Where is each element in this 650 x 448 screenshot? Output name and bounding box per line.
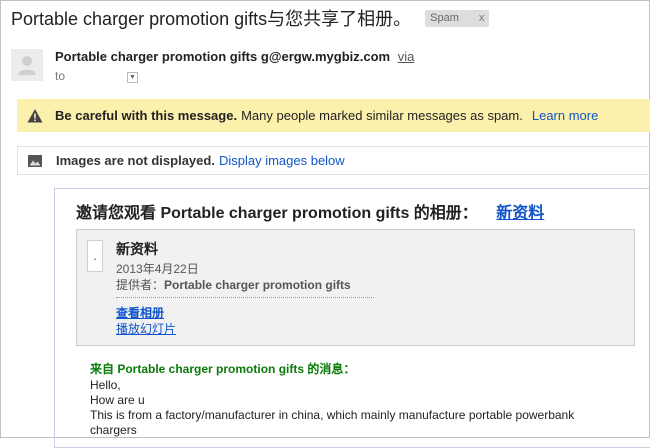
sender-email[interactable]: g@ergw.mygbiz.com <box>261 49 390 64</box>
person-icon <box>18 56 36 75</box>
album-thumbnail[interactable]: . <box>87 240 103 272</box>
slideshow-link[interactable]: 播放幻灯片 <box>116 320 176 337</box>
recipient-details-dropdown[interactable]: ▼ <box>127 72 138 83</box>
invite-text: 邀请您观看 Portable charger promotion gifts 的… <box>76 205 478 222</box>
invite-heading: 邀请您观看 Portable charger promotion gifts 的… <box>76 199 544 223</box>
message-line: chargers <box>90 423 137 437</box>
message-body: Hello, How are u This is from a factory/… <box>90 378 620 438</box>
invite-album-link[interactable]: 新资料 <box>496 205 544 222</box>
to-label: to <box>55 69 66 83</box>
album-date: 2013年4月22日 <box>116 262 199 276</box>
warning-text: Many people marked similar messages as s… <box>241 108 523 123</box>
view-album-link[interactable]: 查看相册 <box>116 304 164 321</box>
message-line: Hello, <box>90 378 121 392</box>
sender-line: Portable charger promotion gifts g@ergw.… <box>55 49 414 64</box>
chevron-down-icon: ▼ <box>129 74 136 81</box>
remove-label-button[interactable]: x <box>479 12 485 24</box>
provider-name: Portable charger promotion gifts <box>164 278 351 292</box>
warning-title: Be careful with this message. <box>55 108 238 123</box>
provider-label: 提供者： <box>116 278 165 292</box>
spam-label-text: Spam <box>430 11 459 24</box>
sender-avatar <box>11 49 43 81</box>
message-header: 来自 Portable charger promotion gifts 的消息： <box>90 362 356 376</box>
images-hidden-title: Images are not displayed. <box>56 153 215 168</box>
learn-more-link[interactable]: Learn more <box>532 108 598 123</box>
album-title: 新资料 <box>116 241 158 257</box>
divider <box>116 297 374 298</box>
album-provider: 提供者：Portable charger promotion gifts <box>116 276 351 293</box>
album-card: . 新资料 2013年4月22日 提供者：Portable charger pr… <box>76 229 635 346</box>
warning-icon <box>27 108 43 122</box>
message-line: This is from a factory/manufacturer in c… <box>90 408 575 422</box>
sender-name[interactable]: Portable charger promotion gifts <box>55 49 257 64</box>
subject-row: Portable charger promotion gifts与您共享了相册。… <box>11 5 490 31</box>
recipient-line: to <box>55 69 65 83</box>
via-link[interactable]: via <box>398 49 415 64</box>
email-subject: Portable charger promotion gifts与您共享了相册。 <box>11 9 412 29</box>
message-line: How are u <box>90 393 145 407</box>
display-images-link[interactable]: Display images below <box>219 153 345 168</box>
spam-warning-banner: Be careful with this message. Many peopl… <box>17 99 650 132</box>
spam-label[interactable]: Spam x <box>425 9 490 27</box>
email-body: 邀请您观看 Portable charger promotion gifts 的… <box>54 188 650 448</box>
image-icon <box>28 154 42 167</box>
images-hidden-bar: Images are not displayed. Display images… <box>17 146 650 175</box>
